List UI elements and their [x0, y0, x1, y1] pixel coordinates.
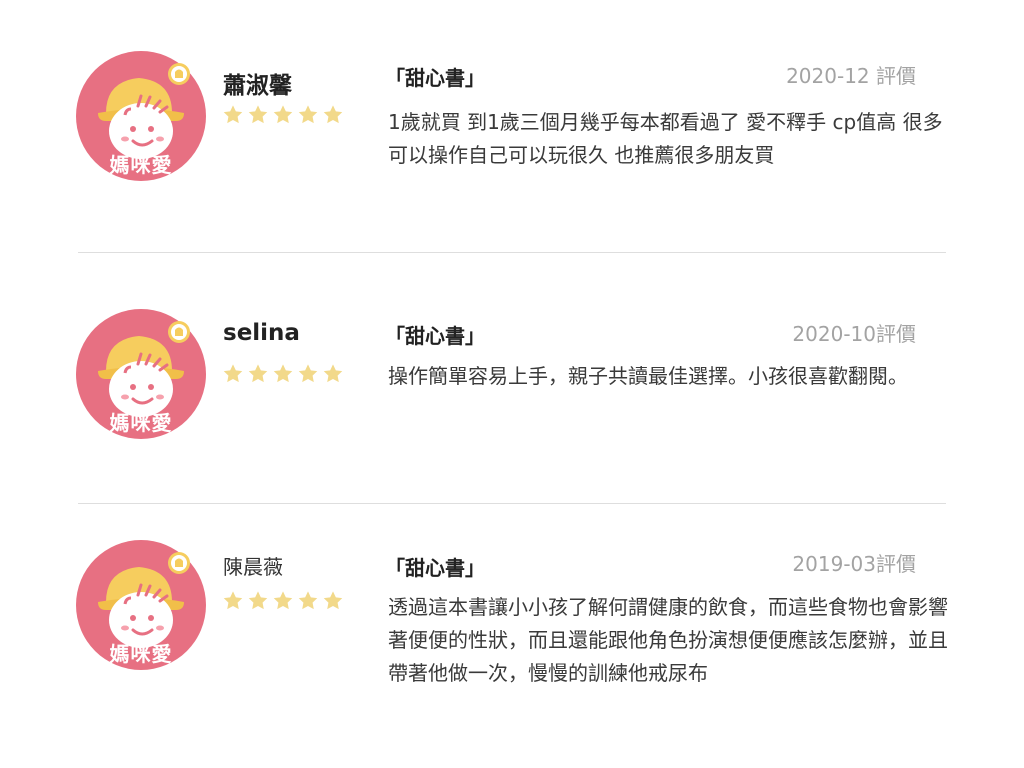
review-date: 2019-03評價	[792, 552, 916, 576]
review-text: 透過這本書讓小小孩了解何謂健康的飲食，而這些食物也會影響著便便的性狀，而且還能跟…	[388, 595, 948, 685]
book-title[interactable]: 「甜心書」	[385, 552, 485, 581]
reviews-page: 媽咪愛 蕭淑馨 「甜心書」 2020-12 評價 1歲就買 到1歲三個月幾乎每本…	[0, 0, 1024, 768]
reviewer-name: 陳晨薇	[223, 555, 283, 579]
star-icon	[273, 591, 293, 610]
avatar-label: 媽咪愛	[109, 642, 173, 666]
star-rating	[222, 590, 344, 612]
star-icon	[323, 591, 343, 610]
star-icon	[248, 591, 268, 610]
star-icon	[223, 591, 243, 610]
review-card: 媽咪愛 陳晨薇 「甜心書」 2019-03評價 透過這本書讓小小孩了解何謂健康的…	[0, 0, 1024, 768]
star-icon	[298, 591, 318, 610]
avatar: 媽咪愛	[76, 540, 206, 670]
